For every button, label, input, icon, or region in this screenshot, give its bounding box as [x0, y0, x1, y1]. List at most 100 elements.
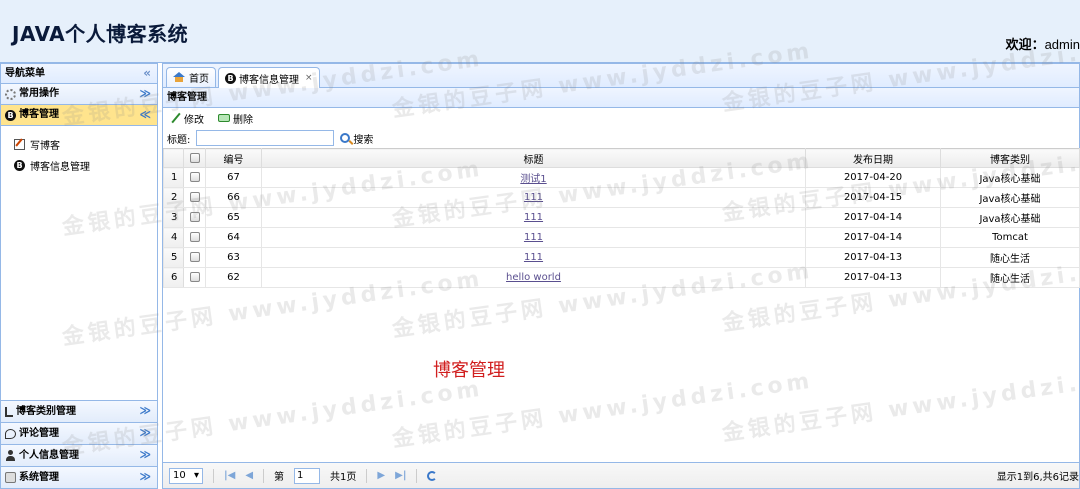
column-header[interactable]: 标题	[261, 148, 806, 168]
page-number-input[interactable]	[294, 467, 321, 484]
blog-icon: B	[5, 109, 16, 121]
row-checkbox[interactable]	[189, 272, 200, 282]
current-user: admin	[1044, 37, 1080, 52]
row-checkbox[interactable]	[189, 252, 200, 262]
column-header[interactable]: 编号	[205, 148, 262, 168]
row-select	[183, 247, 206, 268]
close-icon[interactable]: ×	[305, 73, 313, 83]
cell-date: 2017-04-14	[805, 207, 941, 228]
section-label: 个人信息管理	[19, 449, 79, 461]
page-prefix: 第	[274, 472, 285, 483]
blog-icon: B	[14, 160, 25, 171]
pencil-icon	[171, 113, 181, 123]
title-link[interactable]: 111	[524, 232, 543, 243]
row-number-header	[163, 148, 184, 168]
first-page-icon[interactable]: |◀	[224, 470, 235, 481]
row-select	[183, 227, 206, 248]
section-category-manage[interactable]: 博客类别管理 ≫	[1, 400, 157, 422]
section-system-manage[interactable]: 系统管理 ≫	[1, 466, 157, 488]
chevron-down-icon[interactable]: ≫	[139, 84, 151, 104]
edit-button[interactable]: 修改	[171, 111, 204, 126]
collapse-sidebar-icon[interactable]: «	[143, 64, 151, 83]
cell-category: Java核心基础	[940, 187, 1080, 208]
cell-title: 111	[261, 227, 806, 248]
title-link[interactable]: 111	[524, 192, 543, 203]
gear-icon	[5, 88, 16, 100]
tab-home[interactable]: 首页	[166, 67, 216, 87]
next-page-icon[interactable]: ▶	[377, 470, 385, 481]
separator	[213, 468, 214, 483]
nav-sidebar: 导航菜单 « 常用操作 ≫ B 博客管理 ≪ 写博客 B 博客信息管理 博客类别…	[0, 63, 158, 489]
search-button[interactable]: 搜索	[340, 131, 373, 146]
title-link[interactable]: 111	[524, 252, 543, 263]
row-checkbox[interactable]	[189, 212, 200, 222]
table-row[interactable]: 1 67 测试1 2017-04-20 Java核心基础	[163, 167, 1080, 188]
panel-title: 博客管理	[163, 88, 1079, 108]
main-content: 首页 B 博客信息管理 × 博客管理 修改 删除 标题: 搜索 编号 标题 发布…	[162, 63, 1080, 489]
welcome-text: 欢迎：admin	[1006, 34, 1080, 53]
chevron-down-icon[interactable]: ≫	[139, 401, 151, 421]
cell-date: 2017-04-13	[805, 267, 941, 288]
delete-button[interactable]: 删除	[218, 111, 253, 126]
cell-id: 62	[205, 267, 262, 288]
cell-category: Java核心基础	[940, 167, 1080, 188]
row-number: 4	[163, 227, 184, 248]
tab-label: 首页	[189, 74, 209, 85]
row-checkbox[interactable]	[189, 172, 200, 182]
cell-id: 67	[205, 167, 262, 188]
cell-date: 2017-04-13	[805, 247, 941, 268]
row-checkbox[interactable]	[189, 232, 200, 242]
refresh-icon[interactable]	[427, 470, 438, 481]
table-row[interactable]: 4 64 111 2017-04-14 Tomcat	[163, 227, 1080, 248]
search-icon	[340, 133, 351, 143]
separator	[416, 468, 418, 483]
title-link[interactable]: 111	[524, 212, 543, 223]
cell-title: 111	[261, 247, 806, 268]
cell-id: 63	[205, 247, 262, 268]
row-number: 2	[163, 187, 184, 208]
sidebar-item-blog-info[interactable]: B 博客信息管理	[1, 155, 157, 176]
row-checkbox[interactable]	[189, 192, 200, 202]
chevron-down-icon[interactable]: ≫	[139, 445, 151, 465]
title-link[interactable]: 测试1	[520, 174, 546, 185]
page-size-select[interactable]: 10 ▾	[169, 467, 203, 484]
blog-manage-body: 写博客 B 博客信息管理	[1, 126, 157, 401]
last-page-icon[interactable]: ▶|	[395, 470, 406, 481]
prev-page-icon[interactable]: ◀	[245, 470, 253, 481]
table-row[interactable]: 3 65 111 2017-04-14 Java核心基础	[163, 207, 1080, 228]
section-blog-manage[interactable]: B 博客管理 ≪	[1, 105, 157, 126]
cell-id: 66	[205, 187, 262, 208]
section-label: 系统管理	[19, 471, 59, 483]
table-row[interactable]: 2 66 111 2017-04-15 Java核心基础	[163, 187, 1080, 208]
cell-id: 65	[205, 207, 262, 228]
chevron-down-icon[interactable]: ≫	[139, 423, 151, 443]
table-row[interactable]: 6 62 hello world 2017-04-13 随心生活	[163, 267, 1080, 288]
title-link[interactable]: hello world	[506, 272, 561, 283]
chevron-down-icon[interactable]: ≫	[139, 467, 151, 487]
search-input[interactable]	[196, 130, 335, 146]
cell-title: 111	[261, 207, 806, 228]
section-profile-manage[interactable]: 个人信息管理 ≫	[1, 444, 157, 466]
row-select	[183, 187, 206, 208]
column-header[interactable]: 发布日期	[805, 148, 941, 168]
row-select	[183, 167, 206, 188]
column-header[interactable]: 博客类别	[940, 148, 1080, 168]
cell-date: 2017-04-20	[805, 167, 941, 188]
select-all-checkbox[interactable]	[189, 152, 200, 163]
row-number: 6	[163, 267, 184, 288]
edit-label: 修改	[184, 114, 204, 126]
chevron-up-icon[interactable]: ≪	[139, 105, 151, 125]
center-caption: 博客管理	[433, 360, 505, 381]
search-button-label: 搜索	[353, 134, 374, 146]
home-icon	[173, 72, 186, 83]
table-row[interactable]: 5 63 111 2017-04-13 随心生活	[163, 247, 1080, 268]
section-common-ops[interactable]: 常用操作 ≫	[1, 84, 157, 105]
sidebar-item-write-blog[interactable]: 写博客	[1, 134, 157, 155]
cell-category: 随心生活	[940, 267, 1080, 288]
sidebar-item-label: 写博客	[30, 141, 60, 152]
blog-table: 编号 标题 发布日期 博客类别 1 67 测试1 2017-04-20 Java…	[163, 148, 1080, 288]
tab-blog-info[interactable]: B 博客信息管理 ×	[218, 67, 320, 88]
section-comment-manage[interactable]: 评论管理 ≫	[1, 422, 157, 444]
pagination-bar: 10 ▾ |◀ ◀ 第 共1页 ▶ ▶| 显示1到6,共6记录	[163, 462, 1079, 488]
collapsed-sections: 博客类别管理 ≫ 评论管理 ≫ 个人信息管理 ≫ 系统管理 ≫	[1, 400, 157, 488]
